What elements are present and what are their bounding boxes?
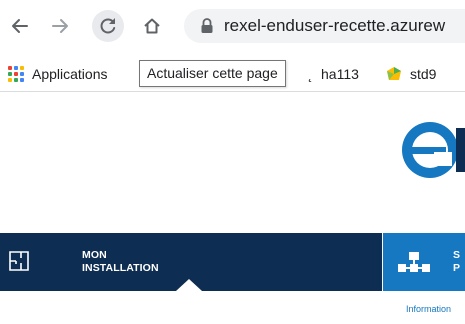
url-text: rexel-enduser-recette.azurew xyxy=(224,16,446,35)
bookmark-label: Applications xyxy=(32,66,108,82)
main-menu: MON INSTALLATION S P xyxy=(0,233,465,291)
menu-item-second[interactable]: S P xyxy=(383,233,465,291)
bookmark-label: std9 xyxy=(410,66,437,82)
reload-icon xyxy=(100,18,116,34)
forward-button[interactable] xyxy=(44,10,76,42)
information-link[interactable]: Information xyxy=(406,304,451,314)
reload-button[interactable] xyxy=(92,10,124,42)
lock-icon xyxy=(201,18,213,33)
menu-item-label: MON INSTALLATION xyxy=(82,249,159,274)
menu-item-mon-installation[interactable]: MON INSTALLATION xyxy=(0,233,382,291)
home-icon xyxy=(144,18,160,34)
logo-icon xyxy=(402,122,465,178)
bookmark-favicon-icon xyxy=(387,67,401,80)
menu-item-label: S P xyxy=(453,249,461,274)
bookmark-std9[interactable]: std9 xyxy=(386,64,436,84)
network-icon xyxy=(398,252,430,272)
active-menu-indicator xyxy=(176,279,202,291)
back-button[interactable] xyxy=(4,10,36,42)
bookmark-ha113[interactable]: ha113 xyxy=(321,64,359,84)
reload-tooltip: Actualiser cette page xyxy=(139,60,286,87)
floor-plan-icon xyxy=(9,251,29,271)
address-bar[interactable]: rexel-enduser-recette.azurew xyxy=(184,9,465,43)
bookmark-label: ha113 xyxy=(321,66,359,82)
browser-toolbar: rexel-enduser-recette.azurew xyxy=(0,0,465,56)
home-button[interactable] xyxy=(136,10,168,42)
bookmark-applications[interactable]: Applications xyxy=(8,64,108,84)
arrow-left-icon xyxy=(12,19,28,33)
arrow-right-icon xyxy=(52,19,68,33)
apps-grid-icon xyxy=(8,66,24,82)
